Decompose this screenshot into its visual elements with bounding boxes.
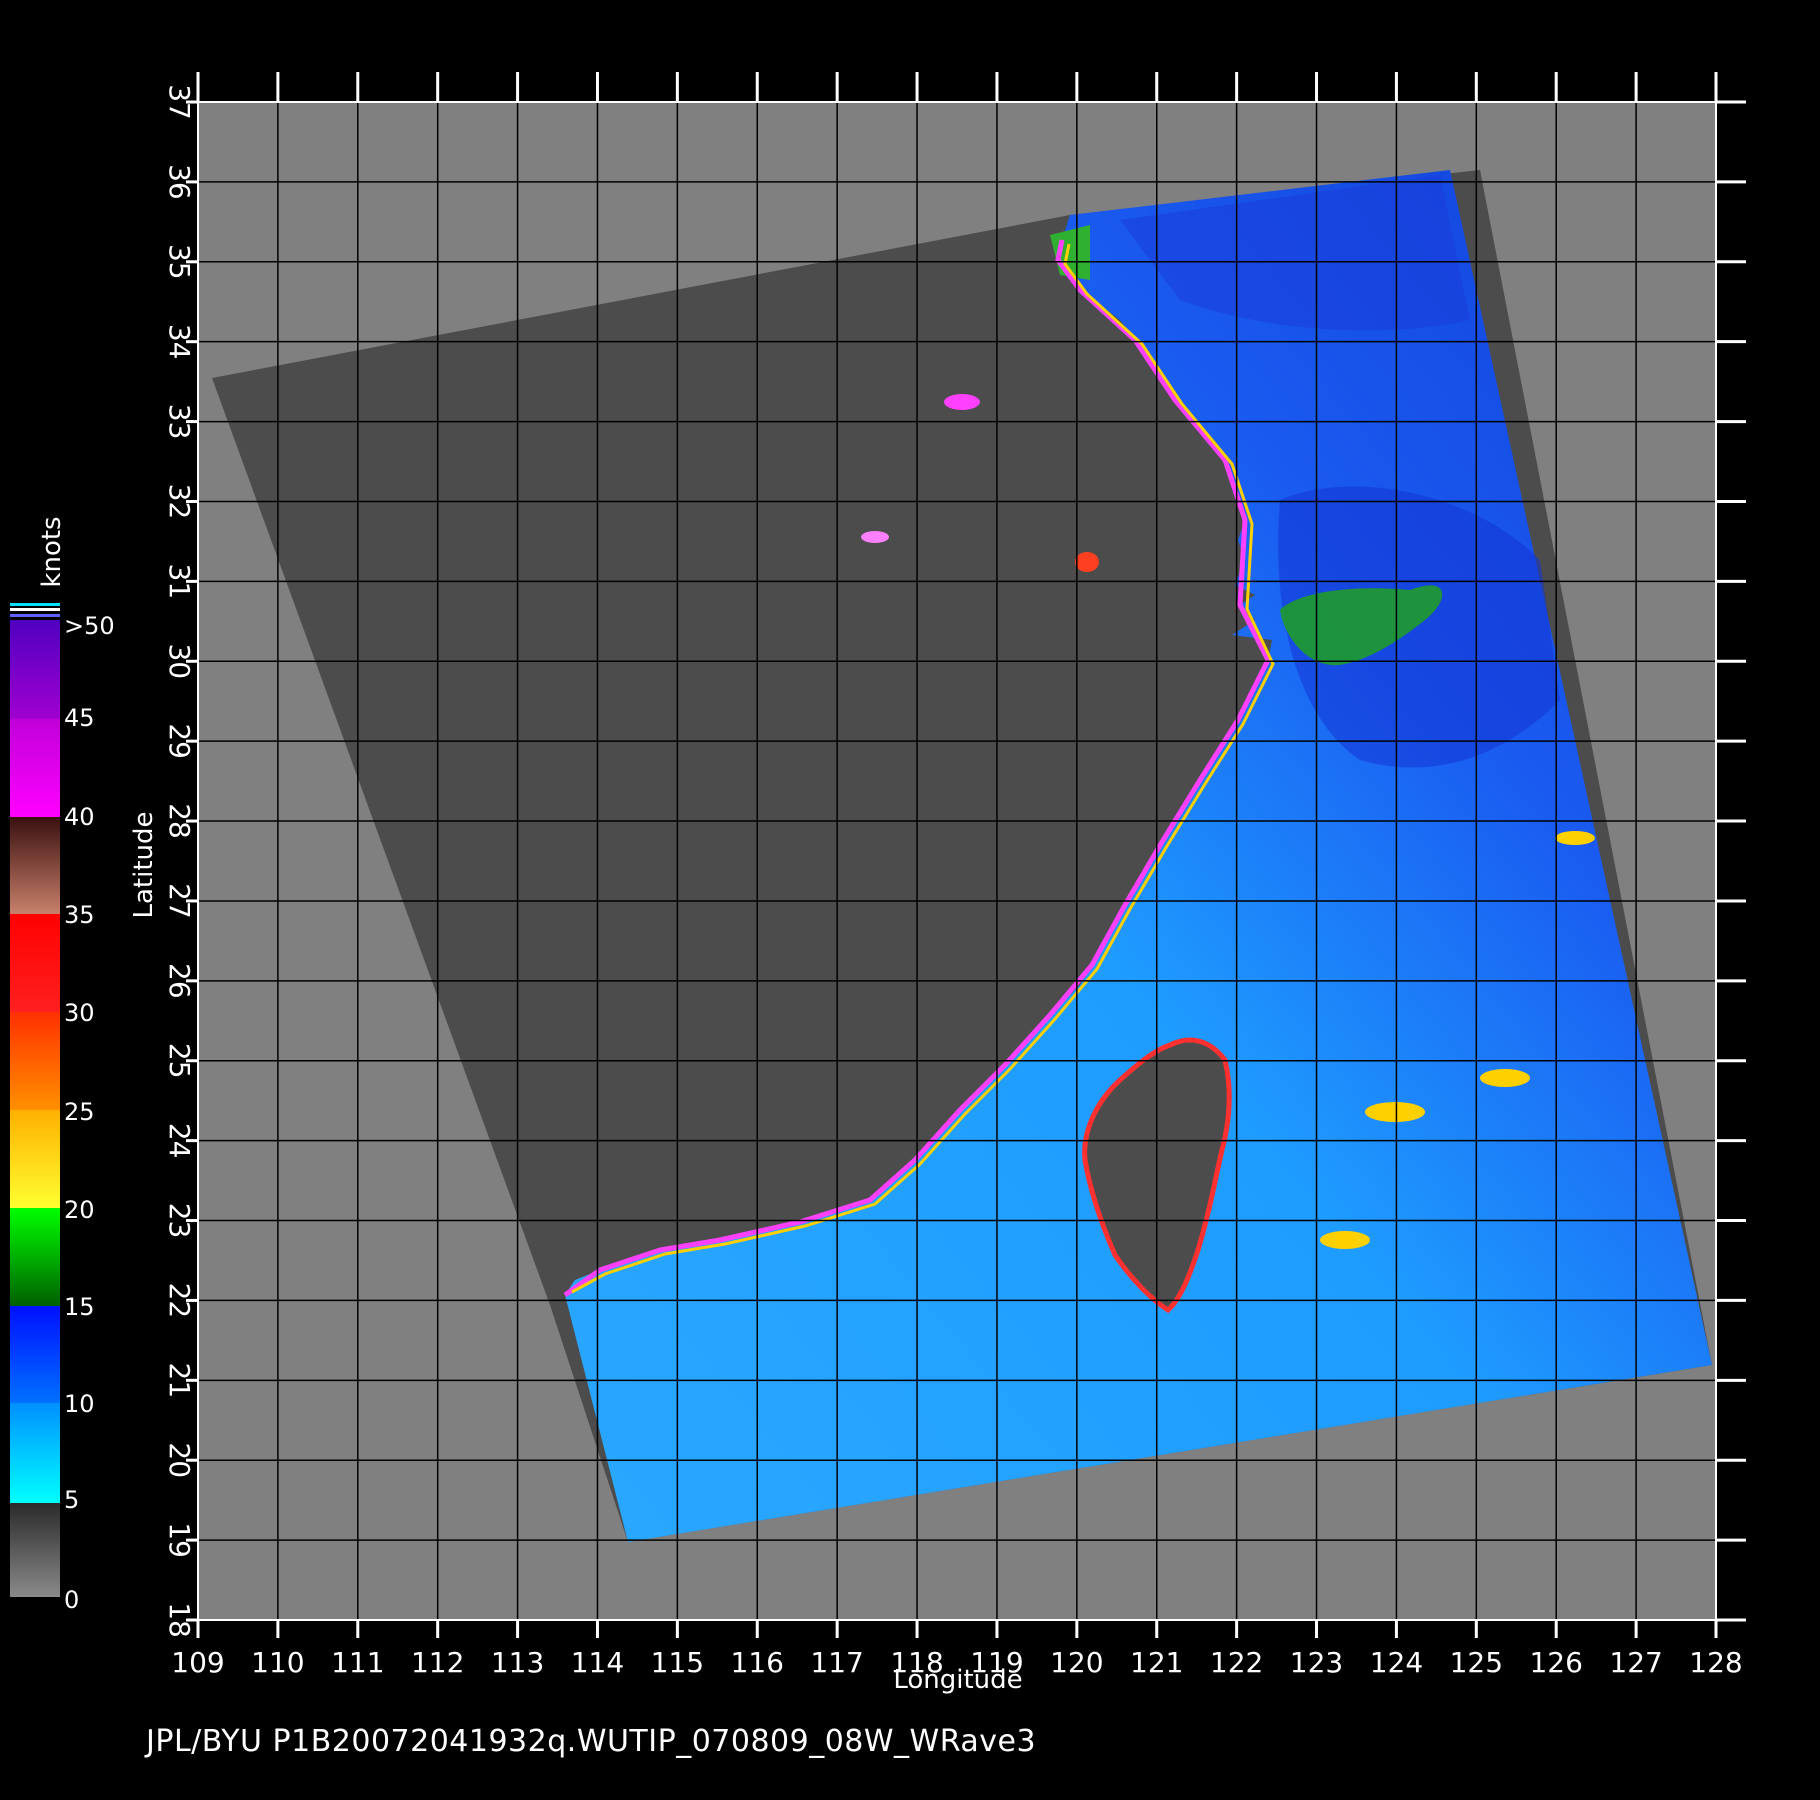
lon-tick-label: 120 [1050,1646,1103,1679]
lon-tick-label: 109 [171,1646,224,1679]
lat-tick-label: 31 [163,564,196,600]
colorbar-tick-label: 5 [64,1486,79,1514]
lon-tick-label: 112 [411,1646,464,1679]
lat-tick-label: 27 [163,883,196,919]
lat-tick-label: 30 [163,643,196,679]
lon-tick-label: 117 [810,1646,863,1679]
wind-blob [1365,1102,1425,1122]
lat-tick-label: 21 [163,1362,196,1398]
colorbar-tick-label: 30 [64,999,95,1027]
lon-tick-label: 127 [1609,1646,1662,1679]
x-axis-label: Longitude [893,1665,1022,1695]
colorbar-tick-label: 45 [64,704,95,732]
lon-tick-label: 126 [1529,1646,1582,1679]
lat-tick-label: 37 [163,84,196,120]
lon-tick-label: 110 [251,1646,304,1679]
lat-tick-label: 18 [163,1602,196,1638]
colorbar-tick-label: 35 [64,901,95,929]
island-blob [944,394,980,410]
lon-tick-label: 116 [731,1646,784,1679]
lat-tick-label: 26 [163,963,196,999]
lat-tick-label: 22 [163,1283,196,1319]
colorbar-tick-label: >50 [64,612,115,640]
lat-tick-label: 28 [163,803,196,839]
lon-tick-label: 123 [1290,1646,1343,1679]
lat-tick-label: 36 [163,164,196,200]
colorbar-unit: knots [37,516,67,587]
lon-tick-label: 128 [1689,1646,1742,1679]
lat-tick-label: 29 [163,723,196,759]
lon-tick-label: 111 [331,1646,384,1679]
lat-tick-label: 34 [163,324,196,360]
wind-map: 109 110 111 112 113 114 115 116 117 118 119 120 121 1… [10,72,1746,1695]
colorbar-tick-label: 20 [64,1196,95,1224]
lat-tick-label: 20 [163,1442,196,1478]
lon-tick-label: 122 [1210,1646,1263,1679]
colorbar-tick-label: 15 [64,1293,95,1321]
wind-blob [1555,831,1595,845]
lon-tick-label: 113 [491,1646,544,1679]
lon-tick-label: 114 [571,1646,624,1679]
lat-tick-label: 23 [163,1203,196,1239]
wind-blob [1320,1231,1370,1249]
colorbar [10,603,60,1597]
colorbar-labels: 0 5 10 15 20 25 30 35 40 45 >50 [64,612,115,1614]
island-blob [861,531,889,543]
colorbar-tick-label: 25 [64,1098,95,1126]
data-source-caption: JPL/BYU P1B20072041932q.WUTIP_070809_08W… [146,1724,1037,1759]
y-axis-label: Latitude [129,811,159,918]
lon-tick-label: 125 [1450,1646,1503,1679]
lat-tick-label: 25 [163,1043,196,1079]
lat-tick-label: 35 [163,244,196,280]
wind-blob [1480,1069,1530,1087]
lat-tick-label: 19 [163,1522,196,1558]
colorbar-tick-label: 40 [64,803,95,831]
colorbar-tick-label: 10 [64,1390,95,1418]
lon-tick-label: 124 [1370,1646,1423,1679]
colorbar-tick-label: 0 [64,1586,79,1614]
lon-tick-label: 121 [1130,1646,1183,1679]
lat-tick-label: 33 [163,404,196,440]
island-blob [1075,552,1099,572]
lat-tick-label: 24 [163,1123,196,1159]
lon-tick-label: 115 [651,1646,704,1679]
latitude-labels: 18 19 20 21 22 23 24 25 26 27 28 29 30 31 32 33 34 35 36 37 [163,84,196,1638]
lat-tick-label: 32 [163,484,196,520]
